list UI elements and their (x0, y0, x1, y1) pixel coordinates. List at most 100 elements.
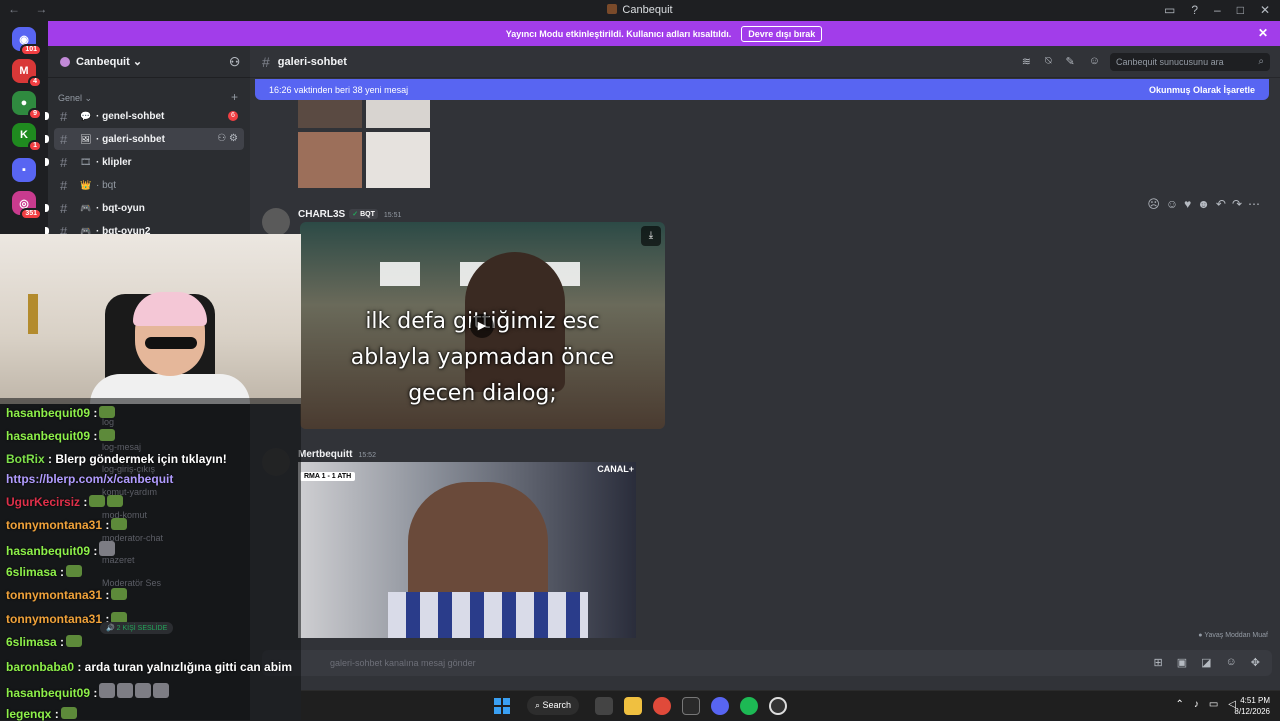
chat-username: tonnymontana31 (6, 588, 103, 602)
chat-username: legenqx (6, 707, 52, 721)
help-icon[interactable]: ? (1191, 3, 1198, 17)
members-icon[interactable]: ☺ (1089, 55, 1100, 68)
channel-emoji-icon: 🎮 (80, 202, 92, 213)
close-icon[interactable]: ✕ (1258, 26, 1268, 40)
hash-icon: # (60, 108, 68, 124)
chat-username: tonnymontana31 (6, 612, 103, 626)
server-icon[interactable]: ▪ (12, 158, 36, 182)
chat-link[interactable]: https://blerp.com/x/canbequit (6, 472, 173, 486)
minimize-button[interactable]: – (1214, 3, 1221, 17)
channel-item[interactable]: # 🎞 · klipler (45, 151, 244, 173)
trophy-shape (28, 294, 38, 334)
server-icon[interactable]: ◎ 351 (12, 191, 42, 220)
hash-icon: # (60, 177, 68, 193)
channel-sidebar: Canbequit ⌄ ⚇ Genel ⌄ + # 💬 · genel-sohbet… (45, 46, 250, 239)
server-icon[interactable]: ● 9 (12, 91, 42, 120)
task-view-icon[interactable] (595, 697, 613, 715)
chat-text: : (90, 406, 98, 420)
gallery-image[interactable] (366, 100, 430, 128)
forward-icon[interactable]: ↷ (1232, 197, 1242, 211)
channel-item[interactable]: # 🎮 · bqt-oyun (45, 197, 244, 219)
apps-icon[interactable]: ✥ (1251, 656, 1260, 669)
mark-as-read-button[interactable]: Okunmuş Olarak İşaretle (1149, 85, 1255, 95)
chat-username: tonnymontana31 (6, 518, 103, 532)
chevron-up-icon[interactable]: ⌃ (1175, 699, 1183, 710)
chat-username: UgurKecirsiz (6, 495, 81, 509)
emoji-icon[interactable]: ☺ (1226, 656, 1237, 669)
new-messages-bar[interactable]: 16:26 vaktinden beri 38 yeni mesaj Okunm… (255, 79, 1269, 100)
chat-username: hasanbequit09 (6, 429, 91, 443)
server-icon[interactable]: M4 (12, 59, 42, 88)
channel-item[interactable]: # 🖼 · galeri-sohbet ⚇ ⚙ (45, 128, 244, 150)
category-genel[interactable]: Genel ⌄ + (48, 78, 250, 104)
heart-icon[interactable]: ♥ (1184, 197, 1191, 211)
clock-time: 4:51 PM (1240, 696, 1270, 705)
gallery-image[interactable] (298, 100, 362, 128)
channel-list: # 💬 · genel-sohbet 6 # 🖼 · galeri-sohbet ⚇ ⚙ # 🎞 ·… (45, 105, 250, 242)
store-icon[interactable] (682, 697, 700, 715)
chat-text: : (51, 707, 59, 721)
author-name[interactable]: Mertbequitt (298, 449, 352, 460)
channel-settings-icon[interactable]: ⚇ ⚙ (217, 133, 238, 144)
message-input[interactable]: galeri-sohbet kanalına mesaj gönder ⊞ ▣ … (262, 650, 1272, 676)
chat-username: BotRix (6, 452, 45, 466)
emote-icon (99, 683, 116, 698)
mute-bell-icon[interactable]: ⍉ (1045, 55, 1052, 68)
maximize-button[interactable]: □ (1237, 3, 1244, 17)
guild-header[interactable]: Canbequit ⌄ ⚇ (48, 46, 250, 78)
new-messages-text: 16:26 vaktinden beri 38 yeni mesaj (269, 84, 409, 95)
role-tag: ✓ BQT (349, 209, 378, 219)
pin-icon[interactable]: ✎ (1066, 55, 1075, 68)
chat-username: hasanbequit09 (6, 686, 91, 700)
reaction-icon[interactable]: ☺ (1166, 197, 1178, 211)
server-icon[interactable]: K1 (12, 123, 42, 152)
close-button[interactable]: ✕ (1260, 3, 1270, 17)
file-explorer-icon[interactable] (624, 697, 642, 715)
inbox-icon[interactable]: ▭ (1164, 3, 1175, 17)
channel-name: galeri-sohbet (277, 55, 347, 68)
reaction-icon[interactable]: ☹ (1147, 197, 1160, 211)
disable-streamer-mode-button[interactable]: Devre dışı bırak (741, 25, 823, 42)
faded-channel-label: log-mesaj (102, 442, 142, 452)
emote-icon (111, 588, 128, 600)
chat-text: : (90, 686, 98, 700)
windows-start-icon[interactable] (494, 698, 510, 714)
spotify-icon[interactable] (740, 697, 758, 715)
search-icon: ⌕ (1258, 56, 1264, 67)
obs-icon[interactable] (769, 697, 787, 715)
faded-channel-label: moderator-chat (102, 533, 164, 543)
faded-channel-label: mazeret (102, 555, 135, 565)
system-clock[interactable]: 4:51 PM 8/12/2026 (1234, 695, 1270, 717)
sticker-icon[interactable]: ◪ (1201, 656, 1211, 669)
image-gallery[interactable] (298, 100, 430, 188)
chat-text: : (102, 518, 110, 532)
unread-indicator (45, 112, 49, 120)
channel-item[interactable]: # 👑 · bqt (54, 174, 244, 196)
discord-icon[interactable] (711, 697, 729, 715)
gallery-image[interactable] (366, 132, 430, 188)
emote-icon (153, 683, 170, 698)
chrome-icon[interactable] (653, 697, 671, 715)
channel-header: # galeri-sohbet ≋ ⍉ ✎ ☺ Canbequit sunucu… (250, 46, 1280, 78)
invite-icon[interactable]: ⚇ (229, 55, 240, 69)
create-channel-icon[interactable]: + (231, 90, 238, 104)
gallery-image[interactable] (298, 132, 362, 188)
display-icon[interactable]: ▭ (1209, 699, 1218, 710)
microphone-icon[interactable]: ♪ (1194, 699, 1199, 710)
server-icon[interactable]: ◉ 101 (12, 27, 42, 56)
play-icon[interactable]: ▶ (470, 314, 494, 338)
channel-item[interactable]: # 💬 · genel-sohbet 6 (45, 105, 244, 127)
more-icon[interactable]: ⋯ (1248, 197, 1260, 211)
search-input[interactable]: Canbequit sunucusunu ara ⌕ (1110, 53, 1270, 71)
video-attachment[interactable]: RMA 1 - 1 ATH CANAL+ (298, 462, 636, 638)
add-reaction-icon[interactable]: ☻ (1197, 197, 1210, 211)
gift-icon[interactable]: ⊞ (1154, 656, 1163, 669)
taskbar-search[interactable]: ⌕ Search (527, 696, 580, 715)
avatar[interactable] (262, 208, 290, 236)
author-name[interactable]: CHARL3S (298, 209, 345, 220)
video-attachment[interactable]: ilk defa gittiğimiz esc ablayla yapmadan… (300, 222, 665, 429)
gif-icon[interactable]: ▣ (1177, 656, 1187, 669)
download-icon[interactable]: ⤓ (641, 226, 661, 246)
threads-icon[interactable]: ≋ (1022, 55, 1031, 68)
reply-icon[interactable]: ↶ (1216, 197, 1226, 211)
